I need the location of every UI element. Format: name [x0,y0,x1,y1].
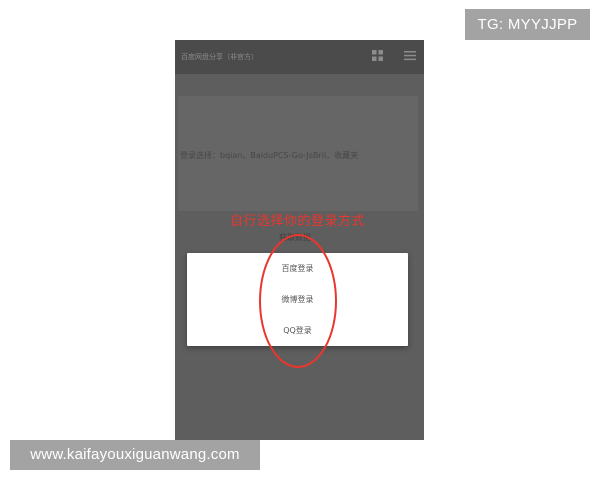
watermark-top-right: TG: MYYJJPP [465,9,590,40]
watermark-bottom-left: www.kaifayouxiguanwang.com [10,440,260,470]
annotation-caption: 自行选择你的登录方式 [230,214,366,229]
qq-login-button[interactable]: QQ登录 [187,325,408,336]
weibo-login-button[interactable]: 微博登录 [187,294,408,305]
card-text: 登录选择：bqian、BaiduPCS-Go-JsBril，收藏夹 [180,151,359,160]
baidu-login-button[interactable]: 百度登录 [187,263,408,274]
login-dialog: 百度登录 微博登录 QQ登录 [187,253,408,346]
background-label: 获取数据 [279,233,311,242]
phone-screen: 百度网盘分享（非官方） 登录选择：bqian、BaiduPCS-Go-JsBri… [175,40,424,440]
app-header: 百度网盘分享（非官方） [175,40,424,74]
screenshot-canvas: TG: MYYJJPP 百度网盘分享（非官方） 登录选择：bqian、Baidu… [0,0,600,480]
app-title: 百度网盘分享（非官方） [181,53,258,61]
grid-icon[interactable] [372,50,383,61]
content-card: 登录选择：bqian、BaiduPCS-Go-JsBril，收藏夹 [178,96,418,211]
menu-icon[interactable] [404,50,416,61]
